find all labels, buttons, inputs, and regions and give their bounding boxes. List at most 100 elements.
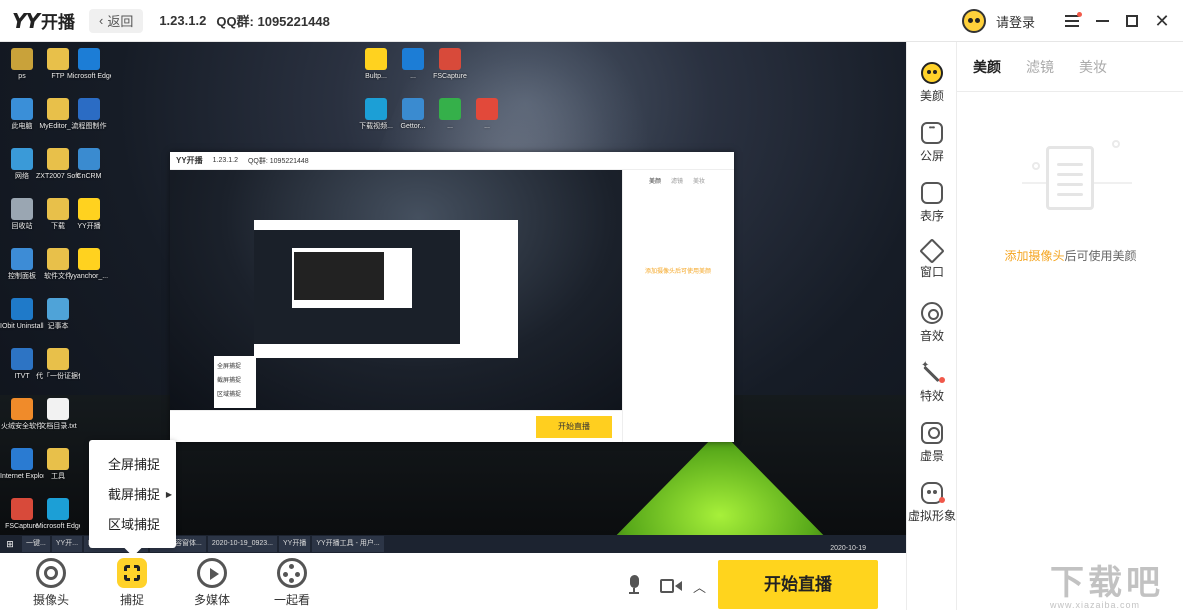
document-icon	[1046, 146, 1094, 210]
capture-tool-button[interactable]: 捕捉	[102, 558, 162, 608]
sidebar-item-label: 美颜	[919, 89, 944, 103]
desktop-app-icon	[47, 398, 69, 420]
close-icon: ✕	[1154, 11, 1170, 31]
media-tool-button[interactable]: 多媒体	[182, 558, 242, 608]
desktop-icon-label: CnCRM	[76, 173, 102, 180]
list-icon	[921, 182, 943, 204]
tab-filter[interactable]: 滤镜	[1026, 57, 1054, 77]
sidebar-item-list[interactable]: 表序	[907, 182, 957, 224]
title-bar-controls: 请登录 ✕	[961, 0, 1183, 42]
desktop-app-icon	[402, 48, 424, 70]
add-camera-link[interactable]: 添加摄像头	[1004, 249, 1064, 263]
sidebar-item-magic-wand[interactable]: 特效	[907, 360, 957, 404]
desktop-icon: ...	[465, 98, 509, 131]
menu-item-fullscreen-capture[interactable]: 全屏捕捉	[89, 450, 176, 480]
maximize-button[interactable]	[1117, 0, 1147, 42]
desktop-icon-label: 代「一份证据代	[36, 373, 80, 380]
menu-item-window-capture[interactable]: 截屏捕捉 ▶	[89, 480, 176, 510]
desktop-icon: 流程图制作	[67, 98, 111, 131]
minimize-icon	[1095, 20, 1109, 22]
media-tool-label: 多媒体	[193, 593, 230, 607]
desktop-app-icon	[439, 98, 461, 120]
desktop-icon-label: yyanchor_...	[69, 273, 109, 280]
desktop-icon: yyanchor_...	[67, 248, 111, 281]
desktop-app-icon	[11, 48, 33, 70]
menu-button[interactable]	[1057, 0, 1087, 42]
desktop-app-icon	[47, 248, 69, 270]
desktop-icon: Microsoft Edge	[36, 498, 80, 531]
taskbar-item: 2020-10-19_0923...	[207, 536, 277, 552]
sidebar-item-chat[interactable]: 公屏	[907, 122, 957, 164]
minimize-button[interactable]	[1087, 0, 1117, 42]
desktop-app-icon	[47, 448, 69, 470]
desktop-app-icon	[47, 148, 69, 170]
submenu-arrow-icon: ▶	[165, 490, 172, 499]
desktop-app-icon	[78, 148, 100, 170]
nested-version: 1.23.1.2	[212, 157, 238, 164]
sidebar-item-avatar-robot[interactable]: 虚拟形象	[907, 482, 957, 524]
watch-together-tool-button[interactable]: 一起看	[262, 558, 322, 608]
bottom-toolbar: 摄像头 捕捉 多媒体 一起看 ︿ 开始直播	[0, 553, 906, 610]
panel-tabs: 美颜 滤镜 美妆	[957, 42, 1183, 92]
taskbar-clock: 2020-10-19	[830, 545, 866, 552]
desktop-app-icon	[11, 398, 33, 420]
desktop-icon-label: ...	[484, 123, 490, 130]
title-bar: YY 开播 ‹ 返回 1.23.1.2 QQ群: 1095221448 请登录 …	[0, 0, 1183, 42]
sidebar-item-portrait[interactable]: 虚景	[907, 422, 957, 464]
desktop-app-icon	[47, 498, 69, 520]
nested-capture-menu: 全屏捕捉 截屏捕捉 区域捕捉	[214, 356, 256, 408]
beauty-panel: 美颜 滤镜 美妆 添加摄像头后可使用美颜	[956, 42, 1183, 610]
desktop-icon: 记事本	[36, 298, 80, 331]
desktop-icon-label: Microsoft Edge	[36, 523, 80, 530]
desktop-icon-label: FSCapture	[433, 73, 467, 80]
app-logo: YY 开播	[12, 8, 75, 33]
play-media-icon	[197, 558, 227, 588]
sidebar-item-sound[interactable]: 音效	[907, 302, 957, 344]
qq-group-label: QQ群: 1095221448	[216, 14, 330, 29]
taskbar-item: 一键...	[22, 536, 50, 552]
desktop-app-icon	[11, 498, 33, 520]
logo-kaibo: 开播	[40, 13, 75, 33]
nested-bottom-bar: 开始直播	[170, 410, 622, 442]
sidebar-item-label: 虚拟形象	[907, 509, 956, 523]
desktop-icon: 文档目录.txt	[36, 398, 80, 431]
chat-icon	[921, 122, 943, 144]
back-button[interactable]: ‹ 返回	[88, 8, 144, 33]
close-button[interactable]: ✕	[1147, 0, 1177, 42]
sidebar-item-layers[interactable]: 窗口	[907, 238, 957, 280]
capture-icon	[117, 558, 147, 588]
camera-tool-button[interactable]: 摄像头	[21, 558, 81, 608]
sidebar-item-label: 公屏	[919, 149, 944, 163]
desktop-app-icon	[78, 98, 100, 120]
capture-menu: 全屏捕捉 截屏捕捉 ▶ 区域捕捉	[89, 440, 176, 548]
nested-screen: 全屏捕捉 截屏捕捉 区域捕捉	[170, 170, 622, 410]
microphone-icon[interactable]	[627, 575, 641, 595]
desktop-icon-label: YY开播	[77, 223, 101, 230]
desktop-icon-label: Microsoft Edge	[67, 73, 111, 80]
beauty-icon	[921, 62, 943, 84]
desktop-app-icon	[365, 48, 387, 70]
desktop-app-icon	[11, 248, 33, 270]
nested-qq: QQ群: 1095221448	[247, 157, 309, 165]
sidebar-item-label: 窗口	[919, 265, 944, 279]
desktop-app-icon	[47, 348, 69, 370]
notification-badge	[939, 377, 945, 383]
desktop-app-icon	[78, 48, 100, 70]
tab-beauty[interactable]: 美颜	[973, 57, 1001, 77]
menu-item-region-capture[interactable]: 区域捕捉	[89, 510, 176, 540]
nested-level-2	[254, 220, 518, 358]
login-link[interactable]: 请登录	[996, 12, 1035, 31]
sound-icon	[921, 302, 943, 324]
desktop-icon-label: 工具	[51, 473, 65, 480]
desktop-app-icon	[11, 198, 33, 220]
site-watermark: 下载吧 www.xiazaiba.com	[1050, 555, 1180, 610]
tab-makeup[interactable]: 美妆	[1079, 57, 1107, 77]
desktop-icon-label: 记事本	[47, 323, 69, 330]
user-avatar-icon[interactable]	[961, 9, 986, 33]
start-live-button[interactable]: 开始直播	[718, 560, 878, 609]
logo-yy: YY	[12, 9, 40, 33]
chevron-up-icon[interactable]: ︿	[693, 577, 706, 596]
hamburger-menu-icon	[1065, 12, 1082, 27]
sidebar-item-beauty[interactable]: 美颜	[907, 62, 957, 104]
video-camera-icon[interactable]	[660, 579, 682, 593]
